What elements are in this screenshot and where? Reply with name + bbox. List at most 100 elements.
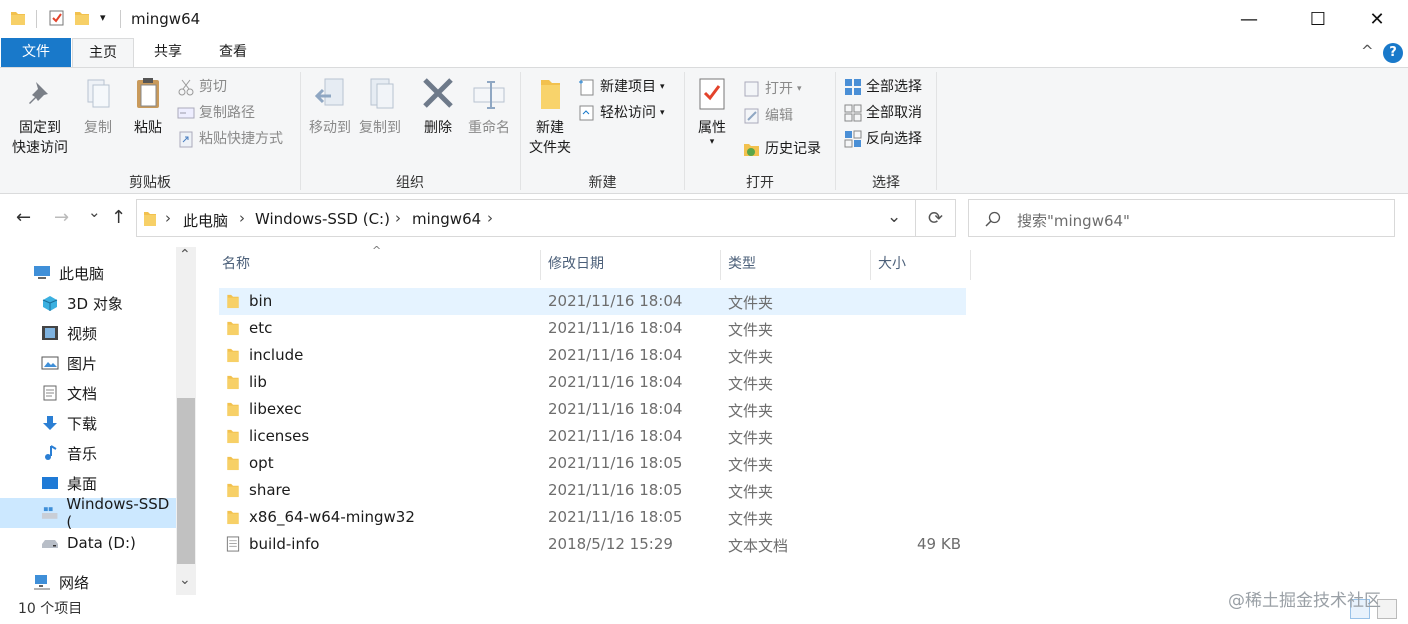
file-modified: 2018/5/12 15:29 [548,535,673,553]
maximize-button[interactable]: ☐ [1295,0,1341,38]
select-all-button[interactable]: 全部选择 [844,76,922,98]
breadcrumb-this-pc[interactable]: 此电脑 [183,210,228,231]
sidebar-item-downloads[interactable]: 下载 [0,408,176,438]
file-row[interactable]: bin 2021/11/16 18:04 文件夹 [219,288,966,315]
pin-quick-access-button[interactable]: 固定到 快速访问 [8,76,72,158]
text-file-icon [226,536,240,552]
history-button[interactable]: 历史记录 [743,138,821,160]
scroll-up-arrow-icon[interactable]: ⌃ [179,247,191,263]
navigation-scrollbar-thumb[interactable] [177,398,195,564]
sidebar-item-network[interactable]: 网络 [0,567,176,597]
sidebar-item-3d-objects[interactable]: 3D 对象 [0,288,176,318]
file-type: 文件夹 [728,429,774,447]
pictures-icon [41,356,59,370]
file-row[interactable]: lib 2021/11/16 18:04 文件夹 [219,369,966,396]
minimize-button[interactable]: — [1226,0,1272,38]
properties-button[interactable]: 属性 ▾ [690,76,734,147]
rename-icon [473,81,505,109]
open-icon [744,81,759,97]
properties-icon [699,78,725,110]
file-row[interactable]: opt 2021/11/16 18:05 文件夹 [219,450,966,477]
move-to-button[interactable]: 移动到 [305,76,355,138]
column-divider[interactable] [870,250,871,280]
breadcrumb-windows-ssd[interactable]: Windows-SSD (C:) [255,210,390,228]
column-divider[interactable] [970,250,971,280]
file-name: share [249,481,291,499]
sidebar-item-this-pc[interactable]: 此电脑 [0,258,176,288]
new-folder-button[interactable]: 新建 文件夹 [525,76,575,158]
select-none-button[interactable]: 全部取消 [844,102,922,124]
refresh-button[interactable]: ⟳ [916,199,956,237]
address-bar[interactable]: › 此电脑 › Windows-SSD (C:) › mingw64 › ⌄ [136,199,916,237]
file-row[interactable]: etc 2021/11/16 18:04 文件夹 [219,315,966,342]
sidebar-item-pictures[interactable]: 图片 [0,348,176,378]
column-header-type[interactable]: 类型 [724,250,870,280]
column-divider[interactable] [540,250,541,280]
file-row[interactable]: libexec 2021/11/16 18:04 文件夹 [219,396,966,423]
dropdown-chevron-icon: ▾ [709,137,715,147]
address-history-chevron-icon[interactable]: ⌄ [887,207,901,227]
scroll-down-arrow-icon[interactable]: ⌄ [179,572,191,588]
sidebar-item-windows-ssd[interactable]: Windows-SSD ( [0,495,176,531]
file-type: 文件夹 [728,294,774,312]
forward-arrow-icon[interactable]: → [54,207,69,228]
up-arrow-icon[interactable]: ↑ [111,207,126,228]
rename-button[interactable]: 重命名 [463,76,515,138]
file-row[interactable]: include 2021/11/16 18:04 文件夹 [219,342,966,369]
column-header-modified[interactable]: 修改日期 [544,250,720,280]
new-folder-quick-icon[interactable] [74,9,90,27]
sidebar-item-documents[interactable]: 文档 [0,378,176,408]
file-name: licenses [249,427,310,445]
back-arrow-icon[interactable]: ← [16,207,31,228]
new-item-button[interactable]: 新建项目 ▾ [578,76,665,98]
delete-button[interactable]: 删除 [418,76,458,138]
sidebar-item-data-d[interactable]: Data (D:) [0,528,176,558]
help-icon[interactable]: ? [1383,43,1403,63]
sidebar-item-desktop[interactable]: 桌面 [0,468,176,498]
file-modified: 2021/11/16 18:05 [548,481,683,499]
ribbon: 固定到 快速访问 复制 粘贴 剪切 复制路径 粘贴快捷方式 剪贴板 移动到 复制… [0,67,1408,194]
file-name: build-info [249,535,320,553]
copy-button[interactable]: 复制 [78,76,118,138]
file-row[interactable]: x86_64-w64-mingw32 2021/11/16 18:05 文件夹 [219,504,966,531]
select-group-label: 选择 [872,175,900,191]
column-divider[interactable] [720,250,721,280]
file-row[interactable]: share 2021/11/16 18:05 文件夹 [219,477,966,504]
paste-button[interactable]: 粘贴 [126,76,170,138]
sidebar-item-music[interactable]: 音乐 [0,438,176,468]
file-row[interactable]: build-info 2018/5/12 15:29 文本文档 49 KB [219,531,966,558]
folder-icon [227,375,239,390]
cut-button[interactable]: 剪切 [177,76,227,98]
properties-quick-icon[interactable] [48,9,66,27]
tab-view[interactable]: 查看 [203,38,263,67]
breadcrumb-mingw64[interactable]: mingw64 [412,210,481,228]
collapse-ribbon-icon[interactable]: ^ [1361,42,1374,60]
column-header-size[interactable]: 大小 [874,250,970,280]
pin-icon [29,82,48,104]
file-type: 文本文档 [728,537,789,555]
paste-shortcut-button[interactable]: 粘贴快捷方式 [177,128,283,150]
sidebar-item-videos[interactable]: 视频 [0,318,176,348]
column-header-name[interactable]: 名称 [218,250,540,280]
copy-path-button[interactable]: 复制路径 [177,102,255,124]
file-row[interactable]: licenses 2021/11/16 18:04 文件夹 [219,423,966,450]
folder-icon [227,510,239,525]
open-button[interactable]: 打开 ▾ [743,78,802,100]
folder-icon [11,12,25,25]
tab-share[interactable]: 共享 [138,38,198,67]
recent-locations-chevron-icon[interactable]: ⌄ [88,203,101,221]
tab-file[interactable]: 文件 [1,38,71,67]
easy-access-button[interactable]: 轻松访问 ▾ [578,102,665,124]
search-box[interactable]: 搜索"mingw64" [968,199,1395,237]
breadcrumb-separator-icon: › [165,209,171,227]
close-button[interactable]: ✕ [1354,0,1400,38]
tab-home[interactable]: 主页 [72,38,134,67]
customize-qa-chevron-icon[interactable]: ▾ [100,11,106,24]
select-all-icon [845,79,861,95]
invert-selection-button[interactable]: 反向选择 [844,128,922,150]
breadcrumb-separator-icon: › [487,209,493,227]
file-type: 文件夹 [728,321,774,339]
edit-button[interactable]: 编辑 [743,105,793,127]
copy-to-button[interactable]: 复制到 [355,76,405,138]
file-name: bin [249,292,273,310]
